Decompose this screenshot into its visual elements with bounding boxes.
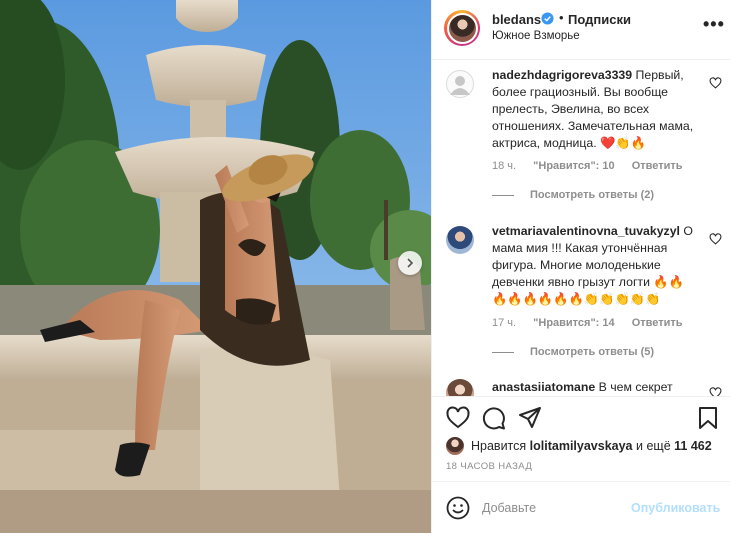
comment-meta: 18 ч. "Нравится": 10 Ответить xyxy=(492,160,697,172)
bookmark-icon[interactable] xyxy=(696,406,720,430)
commenter-avatar[interactable] xyxy=(446,70,474,98)
post-image xyxy=(0,0,431,533)
comment-text: В чем секрет xyxy=(598,380,673,394)
comment-time[interactable]: 18 ч. xyxy=(492,160,516,172)
comment-username[interactable]: nadezhdagrigoreva3339 xyxy=(492,68,632,82)
likes-middle: и ещё xyxy=(636,439,671,453)
commenter-avatar[interactable] xyxy=(446,226,474,254)
commenter-avatar[interactable] xyxy=(446,379,474,396)
publish-button[interactable]: Опубликовать xyxy=(631,501,720,515)
comment-reply-button[interactable]: Ответить xyxy=(632,317,683,329)
comment-username[interactable]: anastasiiatomane xyxy=(492,380,595,394)
comment-like-heart-icon[interactable] xyxy=(709,387,722,396)
post-side-panel: bledans • Подписки Южное Взморье ••• nad… xyxy=(431,0,730,533)
post-time-ago[interactable]: 18 ЧАСОВ НАЗАД xyxy=(446,461,532,472)
liker-username[interactable]: lolitamilyavskaya xyxy=(530,439,633,453)
smile-icon[interactable] xyxy=(446,496,470,520)
heart-icon[interactable] xyxy=(446,406,470,430)
post-header: bledans • Подписки Южное Взморье ••• xyxy=(432,0,730,60)
view-replies-button[interactable]: Посмотреть ответы (2) xyxy=(492,189,654,201)
comment-like-heart-icon[interactable] xyxy=(709,233,722,245)
comment-likes[interactable]: "Нравится": 10 xyxy=(533,160,614,172)
comment-input[interactable] xyxy=(482,496,622,520)
comment-like-heart-icon[interactable] xyxy=(709,77,722,89)
verified-badge-icon xyxy=(541,12,554,25)
default-avatar-icon xyxy=(450,76,470,95)
likes-summary: Нравится lolitamilyavskaya и ещё 11 462 xyxy=(446,436,712,456)
share-icon[interactable] xyxy=(518,406,542,430)
chevron-right-icon xyxy=(407,258,414,268)
carousel-next-button[interactable] xyxy=(398,251,422,275)
header-separator: • xyxy=(559,10,564,25)
comment-meta: 17 ч. "Нравится": 14 Ответить xyxy=(492,317,697,329)
more-options-button[interactable]: ••• xyxy=(703,14,725,35)
add-comment-bar: Опубликовать xyxy=(432,481,730,533)
post-viewer: bledans • Подписки Южное Взморье ••• nad… xyxy=(0,0,730,533)
likes-prefix: Нравится xyxy=(471,439,527,453)
comment-time[interactable]: 17 ч. xyxy=(492,317,516,329)
post-photo[interactable] xyxy=(0,0,431,533)
comment-username[interactable]: vetmariavalentinovna_tuvakyzyl xyxy=(492,224,680,238)
liker-avatar[interactable] xyxy=(446,437,464,455)
post-location[interactable]: Южное Взморье xyxy=(492,30,580,42)
author-avatar[interactable] xyxy=(444,10,480,46)
comment-reply-button[interactable]: Ответить xyxy=(632,160,683,172)
comment-icon[interactable] xyxy=(482,406,506,430)
likes-count[interactable]: 11 462 xyxy=(674,439,712,453)
author-username[interactable]: bledans xyxy=(492,12,541,27)
view-replies-button[interactable]: Посмотреть ответы (5) xyxy=(492,346,654,358)
comment-likes[interactable]: "Нравится": 14 xyxy=(533,317,614,329)
post-actions-bar xyxy=(432,396,730,436)
following-button[interactable]: Подписки xyxy=(568,12,631,27)
comments-list[interactable]: nadezhdagrigoreva3339 Первый, более грац… xyxy=(432,60,730,396)
